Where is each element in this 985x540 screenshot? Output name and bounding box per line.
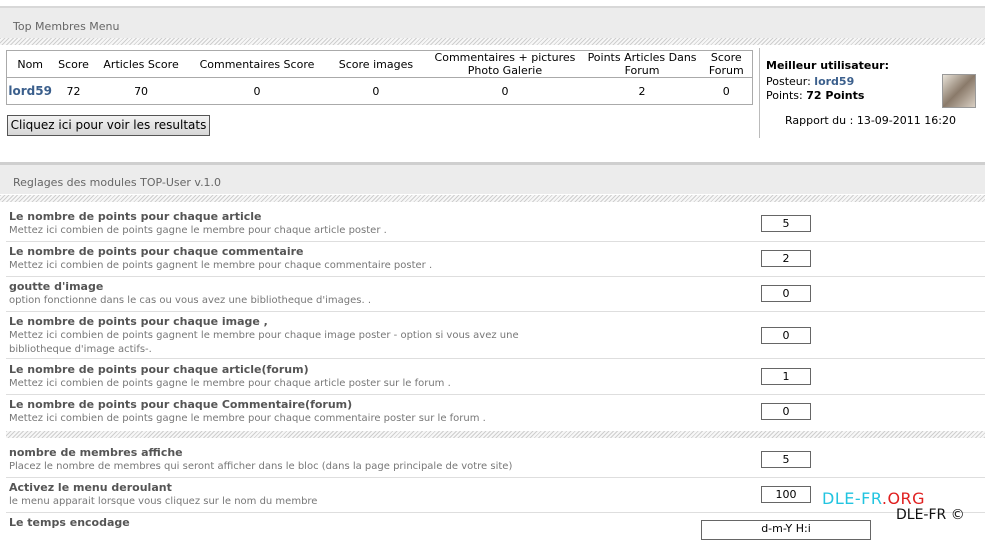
table-cell: 0	[501, 84, 509, 98]
divider	[6, 431, 985, 438]
setting-label: nombre de membres affiche	[9, 446, 183, 459]
setting-description: option fonctionne dans le cas ou vous av…	[9, 295, 372, 306]
table-cell: 0	[253, 84, 261, 98]
setting-description: Mettez ici combien de points gagnent le …	[9, 330, 519, 355]
top-menu-header: Top Membres Menu	[0, 6, 985, 40]
forum-article-points-input[interactable]: 1	[761, 368, 811, 385]
divider	[0, 195, 985, 202]
setting-label: Le nombre de points pour chaque article(…	[9, 363, 309, 376]
report-date: Rapport du : 13-09-2011 16:20	[785, 114, 956, 127]
setting-label: goutte d'image	[9, 280, 104, 293]
setting-row: Le nombre de points pour chaque image , …	[6, 314, 985, 359]
top-menu-title: Top Membres Menu	[13, 20, 120, 33]
setting-description: Mettez ici combien de points gagnent le …	[9, 260, 433, 271]
setting-label: Le nombre de points pour chaque Commenta…	[9, 398, 353, 411]
setting-description: Mettez ici combien de points gagne le me…	[9, 413, 486, 424]
setting-row: Le nombre de points pour chaque article(…	[6, 362, 985, 395]
setting-description: Mettez ici combien de points gagne le me…	[9, 378, 451, 389]
setting-label: Le nombre de points pour chaque image ,	[9, 315, 268, 328]
setting-row: Le nombre de points pour chaque article …	[6, 209, 985, 242]
setting-label: Le nombre de points pour chaque article	[9, 210, 262, 223]
column-header: Commentaires Score	[188, 50, 326, 78]
date-format-input[interactable]: d-m-Y H:i	[701, 520, 871, 540]
divider	[0, 38, 985, 45]
vertical-divider	[759, 48, 760, 138]
avatar	[942, 74, 976, 108]
comment-points-input[interactable]: 2	[761, 250, 811, 267]
poster-line: Posteur: lord59	[766, 75, 854, 88]
table-cell: 0	[722, 84, 730, 98]
settings-header: Reglages des modules TOP-User v.1.0	[0, 162, 985, 194]
setting-description: Mettez ici combien de points gagne le me…	[9, 225, 387, 236]
table-cell: 2	[638, 84, 646, 98]
setting-row: Le nombre de points pour chaque Commenta…	[6, 397, 985, 427]
watermark-part2: .ORG	[881, 489, 926, 508]
setting-label: Le nombre de points pour chaque commenta…	[9, 245, 304, 258]
column-header: Points Articles Dans Forum	[583, 50, 701, 78]
column-header: Nom	[6, 50, 54, 78]
column-header: Score	[53, 50, 94, 78]
poster-label: Posteur:	[766, 75, 811, 88]
column-header: Score images	[325, 50, 427, 78]
setting-row: Le nombre de points pour chaque commenta…	[6, 244, 985, 277]
table-header-row: Nom Score Articles Score Commentaires Sc…	[6, 50, 753, 78]
member-name-link[interactable]: lord59	[7, 78, 54, 105]
table-cell: 0	[372, 84, 380, 98]
setting-row: Le temps encodage d-m-Y H:i	[6, 515, 985, 540]
image-points-input[interactable]: 0	[761, 327, 811, 344]
setting-label: Activez le menu deroulant	[9, 481, 172, 494]
poster-name-link[interactable]: lord59	[814, 75, 854, 88]
setting-description: le menu apparait lorsque vous cliquez su…	[9, 496, 318, 507]
watermark-logo: DLE-FR.ORG	[822, 489, 925, 508]
view-results-button[interactable]: Cliquez ici pour voir les resultats	[7, 115, 210, 136]
column-header: Score Forum	[700, 50, 753, 78]
table-cell: 72	[66, 84, 81, 98]
setting-label: Le temps encodage	[9, 516, 130, 529]
table-row: lord59 72 70 0 0 0 2 0	[7, 78, 753, 105]
points-value: 72 Points	[806, 89, 865, 102]
settings-title: Reglages des modules TOP-User v.1.0	[13, 176, 222, 189]
column-header: Commentaires + pictures Photo Galerie	[426, 50, 584, 78]
setting-row: nombre de membres affiche Placez le nomb…	[6, 445, 985, 478]
watermark-copyright: DLE-FR ©	[896, 507, 965, 523]
setting-row: goutte d'image option fonctionne dans le…	[6, 279, 985, 312]
watermark-part1: DLE-FR	[822, 489, 882, 508]
image-drop-input[interactable]: 0	[761, 285, 811, 302]
top-members-table: Nom Score Articles Score Commentaires Sc…	[6, 50, 753, 105]
column-header: Articles Score	[93, 50, 189, 78]
best-user-heading: Meilleur utilisateur:	[766, 59, 890, 72]
forum-comment-points-input[interactable]: 0	[761, 403, 811, 420]
table-cell: 70	[134, 84, 149, 98]
dropdown-menu-input[interactable]: 100	[761, 486, 811, 503]
setting-description: Placez le nombre de membres qui seront a…	[9, 461, 513, 472]
points-line: Points: 72 Points	[766, 89, 864, 102]
members-count-input[interactable]: 5	[761, 451, 811, 468]
article-points-input[interactable]: 5	[761, 215, 811, 232]
points-label: Points:	[766, 89, 803, 102]
